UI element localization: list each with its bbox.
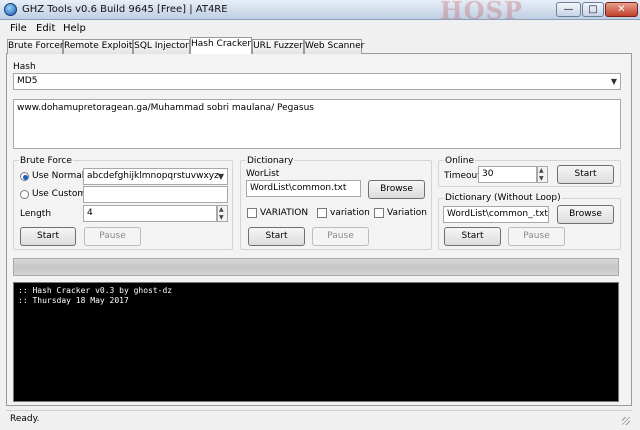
brute-force-title: Brute Force: [19, 156, 73, 166]
use-custom-radio[interactable]: [20, 190, 29, 199]
length-label: Length: [20, 209, 52, 219]
no-loop-start-button[interactable]: Start: [444, 227, 501, 246]
no-loop-pause-button[interactable]: Pause: [508, 227, 565, 246]
tab-remote-exploits[interactable]: Remote Exploits: [63, 39, 137, 54]
hash-type-select[interactable]: MD5 ▼: [13, 73, 621, 90]
timeout-input[interactable]: 30: [478, 166, 537, 183]
use-normal-label[interactable]: Use Normal: [32, 171, 84, 181]
dictionary-browse-button[interactable]: Browse: [368, 180, 425, 199]
variation-lower-label[interactable]: variation: [330, 208, 370, 218]
spin-up-icon[interactable]: ▲: [539, 168, 544, 174]
variation-title-checkbox[interactable]: [374, 208, 384, 218]
crack-progress-bar: [13, 258, 619, 276]
spin-down-icon[interactable]: ▼: [539, 176, 544, 182]
hash-type-value: MD5: [17, 76, 38, 86]
tab-sql-injector[interactable]: SQL Injector: [133, 39, 190, 54]
menu-help[interactable]: Help: [63, 23, 86, 34]
brute-force-start-button[interactable]: Start: [20, 227, 76, 246]
hash-label: Hash: [13, 62, 36, 72]
dropdown-arrow-icon: ▼: [610, 77, 617, 86]
online-start-button[interactable]: Start: [557, 165, 614, 184]
length-spinner[interactable]: ▲ ▼: [217, 205, 228, 222]
window-title: GHZ Tools v0.6 Build 9645 [Free] | AT4RE: [22, 4, 228, 15]
wordlist-label: WorList: [246, 169, 280, 179]
use-custom-label[interactable]: Use Custom: [32, 189, 86, 199]
wordlist-input[interactable]: WordList\common.txt: [246, 180, 361, 197]
spin-down-icon[interactable]: ▼: [219, 215, 224, 221]
tab-brute-forcer[interactable]: Brute Forcer: [7, 39, 64, 54]
status-bar: Ready.: [6, 410, 632, 428]
length-input[interactable]: 4: [83, 205, 217, 222]
globe-icon[interactable]: [4, 3, 17, 16]
variation-upper-label[interactable]: VARIATION: [260, 208, 308, 218]
menu-file[interactable]: File: [10, 23, 27, 34]
tab-hash-cracker[interactable]: Hash Cracker: [190, 37, 252, 54]
variation-upper-checkbox[interactable]: [247, 208, 257, 218]
hash-input[interactable]: www.dohamupretoragean.ga/Muhammad sobri …: [13, 99, 621, 149]
dictionary-no-loop-title: Dictionary (Without Loop): [444, 193, 562, 203]
dictionary-start-button[interactable]: Start: [248, 227, 305, 246]
timeout-spinner[interactable]: ▲ ▼: [537, 166, 548, 183]
maximize-button[interactable]: □: [582, 2, 604, 17]
charset-value: abcdefghijklmnopqrstuvwxyz: [87, 171, 219, 181]
dictionary-pause-button[interactable]: Pause: [312, 227, 369, 246]
use-normal-radio[interactable]: [20, 172, 29, 181]
menu-bar: [0, 20, 640, 37]
console-line: :: Thursday 18 May 2017: [18, 296, 129, 305]
variation-title-label[interactable]: Variation: [387, 208, 427, 218]
minimize-button[interactable]: —: [556, 2, 581, 17]
console-line: :: Hash Cracker v0.3 by ghost-dz: [18, 286, 173, 295]
tab-web-scanner[interactable]: Web Scanner: [304, 39, 364, 54]
status-text: Ready.: [10, 414, 40, 424]
spin-up-icon[interactable]: ▲: [219, 207, 224, 213]
dropdown-arrow-icon: ▼: [217, 172, 224, 181]
tab-url-fuzzer[interactable]: URL Fuzzer: [252, 39, 304, 54]
title-bar[interactable]: GHZ Tools v0.6 Build 9645 [Free] | AT4RE…: [0, 0, 640, 25]
close-button[interactable]: ✕: [605, 2, 638, 17]
output-console[interactable]: :: Hash Cracker v0.3 by ghost-dz :: Thur…: [13, 282, 619, 402]
online-title: Online: [444, 156, 476, 166]
brute-force-pause-button[interactable]: Pause: [84, 227, 141, 246]
timeout-label: Timeout: [444, 171, 481, 181]
no-loop-wordlist-input[interactable]: WordList\common_.txt: [443, 206, 549, 223]
variation-lower-checkbox[interactable]: [317, 208, 327, 218]
charset-select[interactable]: abcdefghijklmnopqrstuvwxyz ▼: [83, 168, 228, 185]
dictionary-title: Dictionary: [246, 156, 295, 166]
no-loop-browse-button[interactable]: Browse: [557, 205, 614, 224]
resize-grip-icon[interactable]: [622, 417, 630, 425]
menu-edit[interactable]: Edit: [36, 23, 55, 34]
custom-charset-input[interactable]: [83, 186, 228, 203]
